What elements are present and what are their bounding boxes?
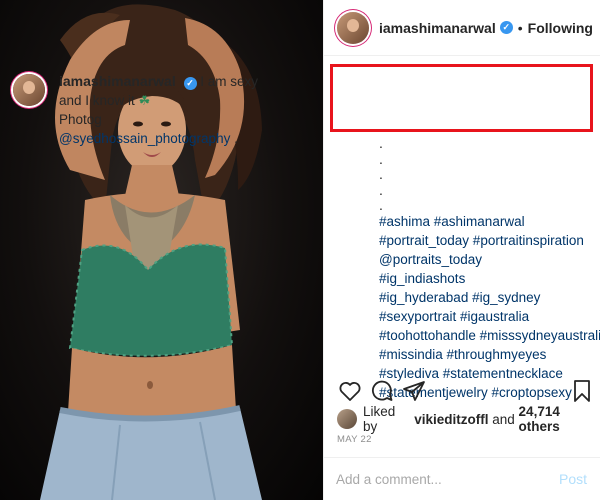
comment-bubble-icon[interactable] [369,378,395,404]
likes-count-link[interactable]: 24,714 others [519,404,600,434]
hashtag-line[interactable]: #missindia #throughmyeyes [379,345,594,364]
following-button[interactable]: Following [528,20,593,36]
caption-author-avatar[interactable] [13,74,45,106]
caption-highlight-box [330,64,593,132]
liker-username[interactable]: vikieditzoffl [414,412,488,427]
verified-badge-icon: ✓ [183,77,197,90]
paper-plane-icon[interactable] [401,378,427,404]
bookmark-icon[interactable] [569,378,595,404]
comment-bar: Post [323,457,600,500]
verified-badge-icon: ✓ [499,21,513,34]
shamrock-icon: ☘ [138,93,151,108]
liker-avatar[interactable] [337,409,357,429]
hashtag-line[interactable]: #ashima #ashimanarwal [379,212,594,231]
heart-icon[interactable] [337,378,363,404]
caption-dot: . [379,181,383,198]
follow-separator: • [517,19,523,36]
hashtag-line[interactable]: #toohottohandle #misssydneyaustralia [379,326,600,345]
post-header: iamashimanarwal ✓ • Following [324,0,600,56]
hashtag-line[interactable]: @portraits_today [379,250,594,269]
caption-header: iamashimanarwal ✓ I am sexy and I know i… [13,72,263,148]
author-avatar[interactable] [337,11,369,44]
caption-dot: . [379,135,383,151]
caption-text: iamashimanarwal ✓ I am sexy and I know i… [59,72,259,148]
photographer-mention-link[interactable]: @syedhossain_photography [59,131,230,146]
caption-username[interactable]: iamashimanarwal [59,73,176,89]
hashtag-line[interactable]: #ig_indiashots [379,269,594,288]
photog-suffix: . [234,131,238,146]
caption-dot: . [379,166,383,182]
author-username[interactable]: iamashimanarwal [379,20,496,36]
likes-middle: and [492,411,515,427]
likes-prefix: Liked by [363,404,396,434]
post-date[interactable]: MAY 22 [337,434,372,445]
hashtag-list: #ashima #ashimanarwal #portrait_today #p… [379,212,600,402]
post-comment-button[interactable]: Post [559,471,587,487]
hashtag-line[interactable]: #ig_hyderabad #ig_sydney [379,288,594,307]
caption-dots: . . . . . [379,135,383,214]
hashtag-line[interactable]: #portrait_today #portraitinspiration [379,231,594,250]
photog-label: Photog [59,112,102,127]
caption-dot: . [379,150,383,167]
post-action-bar [333,378,595,406]
hashtag-line[interactable]: #sexyportrait #igaustralia [379,307,594,326]
comment-input[interactable] [336,471,559,487]
likes-summary: Liked by vikieditzoffl and 24,714 others [337,404,600,434]
